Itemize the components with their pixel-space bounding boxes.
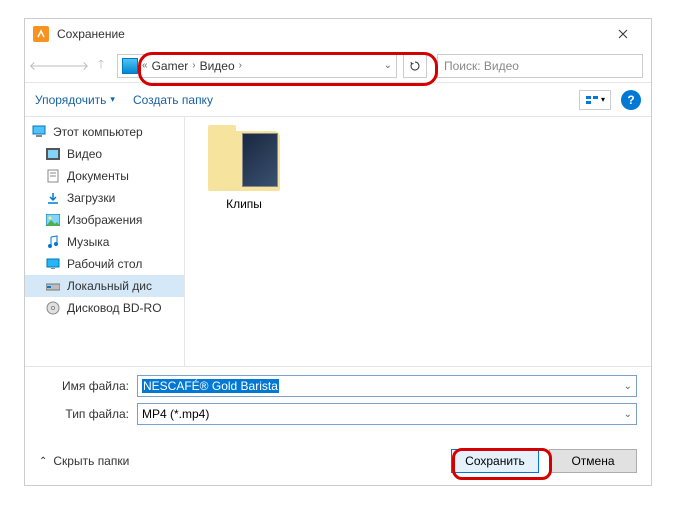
cancel-button[interactable]: Отмена xyxy=(549,449,637,473)
video-icon xyxy=(45,146,61,162)
folder-label: Клипы xyxy=(199,197,289,211)
pc-icon xyxy=(31,124,47,140)
view-options-button[interactable]: ▾ xyxy=(579,90,611,110)
search-input[interactable]: Поиск: Видео xyxy=(437,54,643,78)
save-button[interactable]: Сохранить xyxy=(451,449,539,473)
breadcrumb-prefix: « xyxy=(142,60,148,71)
new-folder-button[interactable]: Создать папку xyxy=(133,93,213,107)
tree-item-bd-drive[interactable]: Дисковод BD-RO xyxy=(25,297,184,319)
tree-item-images[interactable]: Изображения xyxy=(25,209,184,231)
folder-item[interactable]: Клипы xyxy=(199,131,289,211)
chevron-right-icon: › xyxy=(239,60,242,71)
up-button[interactable]: 🡑 xyxy=(89,54,113,78)
fields-area: Имя файла: NESCAFÉ® Gold Barista ⌄ Тип ф… xyxy=(25,367,651,441)
dialog-title: Сохранение xyxy=(57,27,603,41)
tree-item-downloads[interactable]: Загрузки xyxy=(25,187,184,209)
help-button[interactable]: ? xyxy=(621,90,641,110)
organize-menu[interactable]: Упорядочить ▾ xyxy=(35,93,115,107)
folder-view[interactable]: Клипы xyxy=(185,117,651,366)
documents-icon xyxy=(45,168,61,184)
footer: ⌃ Скрыть папки Сохранить Отмена xyxy=(25,441,651,485)
folder-tree[interactable]: Этот компьютер Видео Документы Загрузки … xyxy=(25,117,185,366)
back-button[interactable]: 🡐 xyxy=(33,54,57,78)
refresh-button[interactable] xyxy=(403,54,427,78)
save-dialog: Сохранение 🡐 🡒 🡑 « Gamer › Видео › ⌄ Пои… xyxy=(24,18,652,486)
chevron-down-icon[interactable]: ⌄ xyxy=(384,60,392,71)
disc-icon xyxy=(45,300,61,316)
tree-item-documents[interactable]: Документы xyxy=(25,165,184,187)
images-icon xyxy=(45,212,61,228)
disk-icon xyxy=(45,278,61,294)
titlebar: Сохранение xyxy=(25,19,651,49)
hide-folders-toggle[interactable]: ⌃ Скрыть папки xyxy=(39,454,129,468)
content-area: Этот компьютер Видео Документы Загрузки … xyxy=(25,117,651,367)
toolbar: Упорядочить ▾ Создать папку ▾ ? xyxy=(25,83,651,117)
tree-item-local-disk[interactable]: Локальный дис xyxy=(25,275,184,297)
folder-icon xyxy=(208,131,280,191)
chevron-right-icon: › xyxy=(192,60,195,71)
close-button[interactable] xyxy=(603,19,643,49)
filetype-label: Тип файла: xyxy=(39,407,129,421)
chevron-down-icon: ▾ xyxy=(110,94,115,105)
filename-input[interactable]: NESCAFÉ® Gold Barista ⌄ xyxy=(137,375,637,397)
music-icon xyxy=(45,234,61,250)
desktop-icon xyxy=(45,256,61,272)
downloads-icon xyxy=(45,190,61,206)
tree-item-video[interactable]: Видео xyxy=(25,143,184,165)
breadcrumb-current[interactable]: Видео xyxy=(200,59,235,73)
breadcrumb-parent[interactable]: Gamer xyxy=(152,59,189,73)
breadcrumb[interactable]: « Gamer › Видео › ⌄ xyxy=(117,54,397,78)
tree-item-desktop[interactable]: Рабочий стол xyxy=(25,253,184,275)
nav-row: 🡐 🡒 🡑 « Gamer › Видео › ⌄ Поиск: Видео xyxy=(25,49,651,83)
tree-item-music[interactable]: Музыка xyxy=(25,231,184,253)
tree-this-pc[interactable]: Этот компьютер xyxy=(25,121,184,143)
app-icon xyxy=(33,26,49,42)
filename-label: Имя файла: xyxy=(39,379,129,393)
forward-button[interactable]: 🡒 xyxy=(61,54,85,78)
chevron-down-icon[interactable]: ⌄ xyxy=(624,409,632,420)
search-placeholder: Поиск: Видео xyxy=(444,59,519,73)
chevron-up-icon: ⌃ xyxy=(39,456,47,467)
chevron-down-icon[interactable]: ⌄ xyxy=(624,381,632,392)
location-icon xyxy=(122,58,138,74)
filetype-select[interactable]: MP4 (*.mp4) ⌄ xyxy=(137,403,637,425)
